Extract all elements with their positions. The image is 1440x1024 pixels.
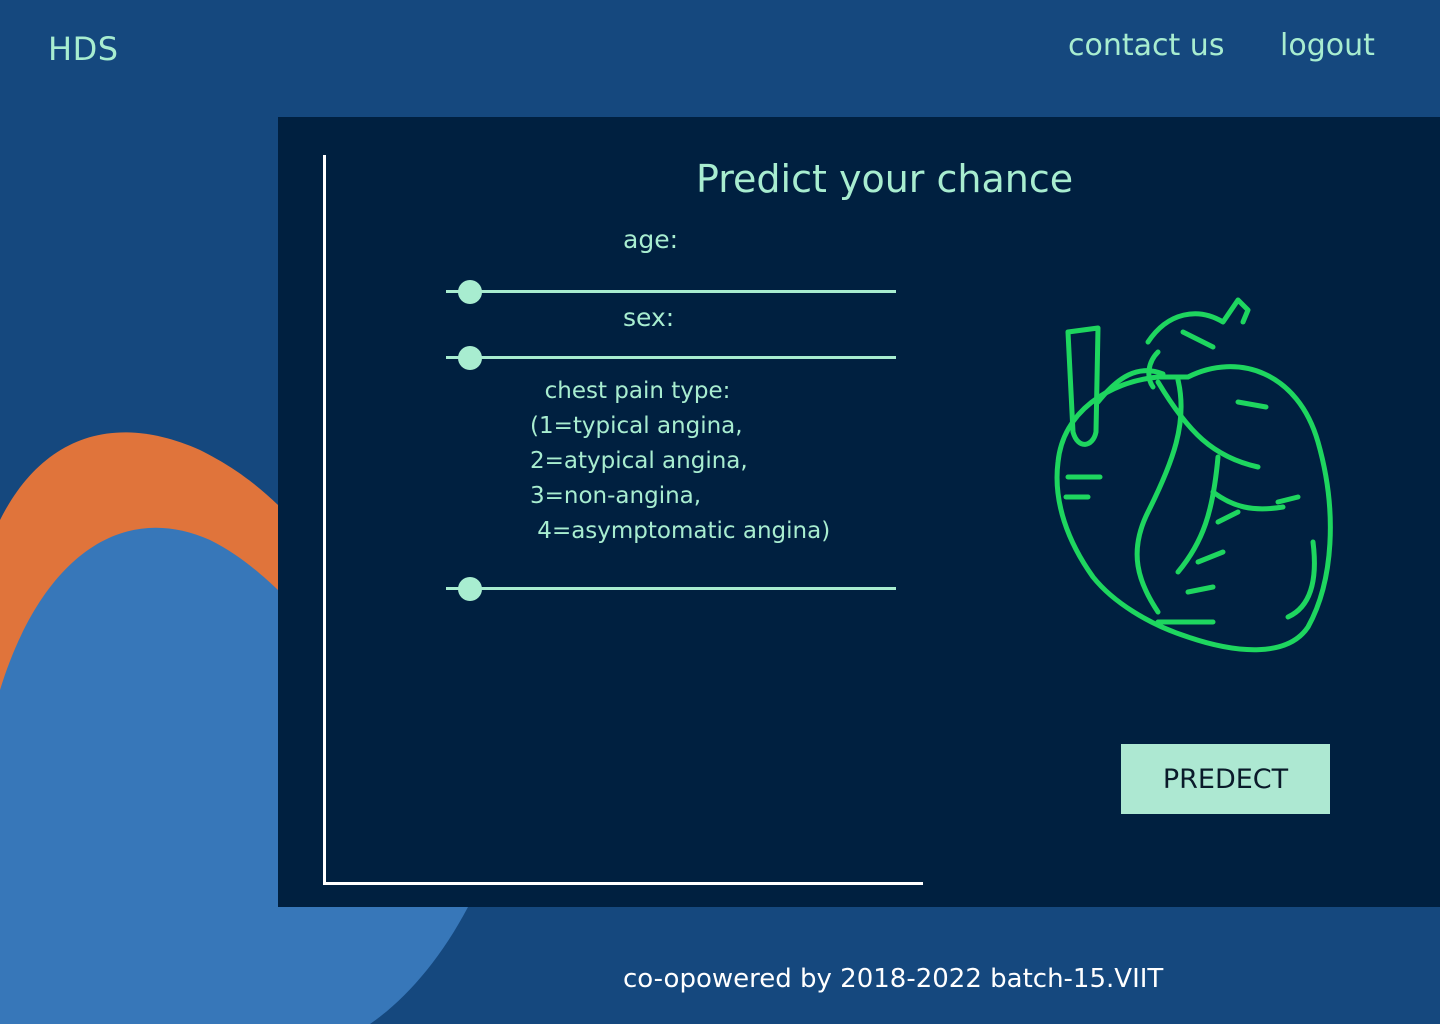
chest-pain-slider-track[interactable]	[446, 587, 896, 590]
logout-link[interactable]: logout	[1280, 28, 1375, 63]
anatomical-heart-icon	[1054, 297, 1333, 653]
footer-credit: co-opowered by 2018-2022 batch-15.VIIT	[623, 964, 1164, 994]
brand-logo[interactable]: HDS	[48, 30, 119, 68]
sex-slider-track[interactable]	[446, 356, 896, 359]
chest-pain-slider-thumb[interactable]	[458, 577, 482, 601]
sex-label: sex:	[623, 303, 675, 332]
sex-slider-thumb[interactable]	[458, 346, 482, 370]
sex-slider[interactable]	[446, 343, 896, 373]
age-slider-thumb[interactable]	[458, 280, 482, 304]
page-title: Predict your chance	[696, 157, 1074, 201]
age-slider-track[interactable]	[446, 290, 896, 293]
age-label: age:	[623, 225, 678, 254]
frame-bottom-border	[323, 882, 923, 885]
chest-pain-slider[interactable]	[446, 574, 896, 604]
contact-us-link[interactable]: contact us	[1068, 28, 1224, 63]
prediction-panel: Predict your chance age: sex: chest pain…	[278, 117, 1440, 907]
predict-button[interactable]: PREDECT	[1121, 744, 1330, 814]
frame-left-border	[323, 155, 326, 885]
chest-pain-label: chest pain type: (1=typical angina, 2=at…	[530, 378, 831, 544]
